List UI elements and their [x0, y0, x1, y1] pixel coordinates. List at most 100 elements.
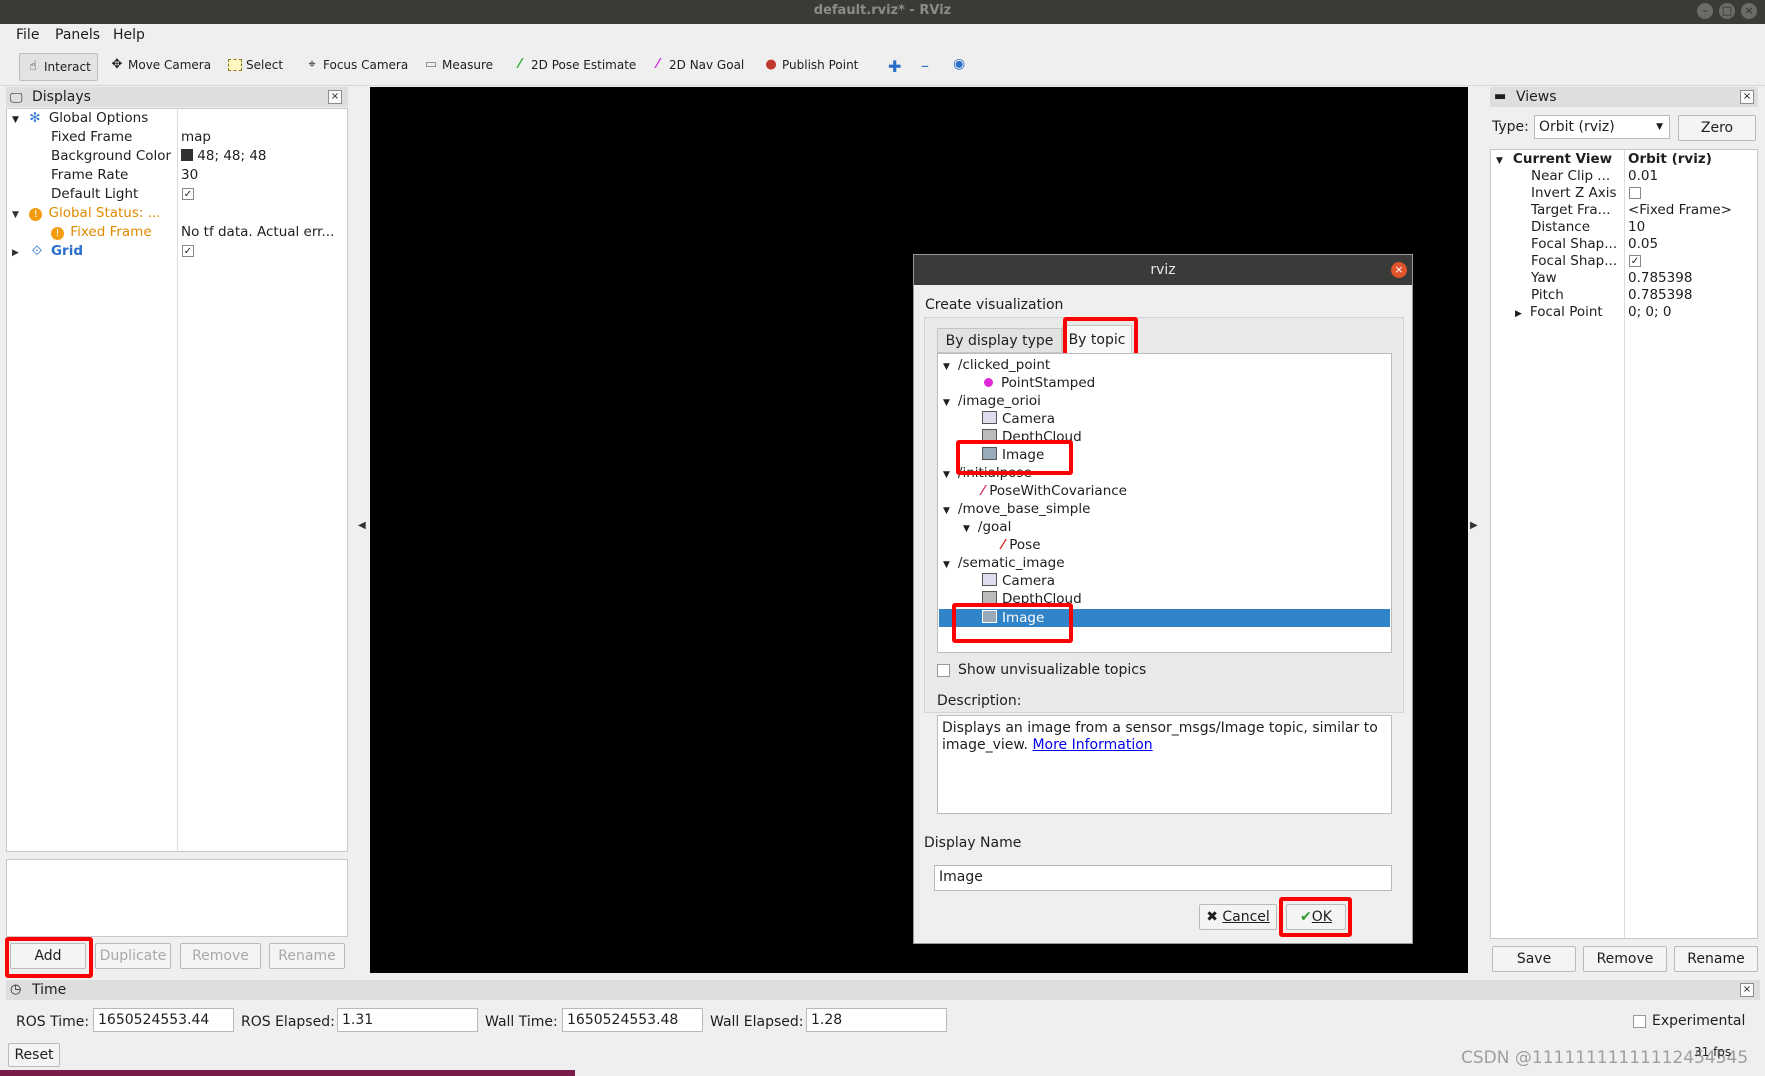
window-titlebar: default.rviz* - RViz	[0, 0, 1765, 24]
rename-button[interactable]: Rename	[269, 943, 345, 969]
remove-button[interactable]: Remove	[180, 943, 261, 969]
more-information-link[interactable]: More Information	[1032, 737, 1152, 753]
fixed-frame-value[interactable]: map	[181, 128, 211, 147]
tool-2d-nav-goal[interactable]: ⁄ 2D Nav Goal	[651, 58, 744, 73]
row-label: Global Options	[48, 110, 149, 126]
cancel-button[interactable]: ✖ Cancel	[1199, 904, 1277, 930]
topic-row[interactable]: Camera	[982, 572, 1055, 590]
tree-row-fixed-frame-status[interactable]: ! Fixed Frame	[51, 223, 152, 242]
show-unvisualizable-checkbox[interactable]	[937, 664, 950, 677]
add-tool-icon[interactable]: ✚	[888, 57, 901, 76]
pitch-value[interactable]: 0.785398	[1628, 287, 1692, 304]
topic-label: /goal	[977, 519, 1012, 535]
row-label: Background Color	[51, 148, 172, 164]
views-save-button[interactable]: Save	[1492, 946, 1576, 972]
display-name-input[interactable]: Image	[934, 865, 1392, 891]
focus-icon: ⌖	[308, 57, 316, 72]
target-frame-value[interactable]: <Fixed Frame>	[1628, 202, 1732, 219]
reset-button[interactable]: Reset	[8, 1043, 60, 1067]
menu-panels[interactable]: Panels	[55, 27, 100, 43]
highlight-image-sematic	[952, 603, 1073, 643]
tree-row-global-options[interactable]: ▼ ✻ Global Options	[12, 109, 148, 128]
show-unvisualizable-label: Show unvisualizable topics	[958, 662, 1147, 678]
tool-interact-label: Interact	[44, 60, 91, 74]
topic-row[interactable]: Camera	[982, 410, 1055, 428]
collapse-left-icon[interactable]: ◀	[358, 520, 366, 531]
ros-elapsed-label: ROS Elapsed:	[241, 1014, 335, 1030]
tool-focus-camera[interactable]: ⌖ Focus Camera	[305, 57, 409, 73]
views-panel: ▬ Views × Type: Orbit (rviz) ▼ Zero ▼ Cur…	[1490, 87, 1758, 941]
frame-rate-value[interactable]: 30	[181, 166, 198, 185]
tool-interact[interactable]: ☝ Interact	[19, 53, 98, 81]
maximize-icon[interactable]: □	[1719, 3, 1735, 19]
yaw-value[interactable]: 0.785398	[1628, 270, 1692, 287]
duplicate-button[interactable]: Duplicate	[95, 943, 171, 969]
experimental-label: Experimental	[1652, 1013, 1746, 1029]
focal-point-value[interactable]: 0; 0; 0	[1628, 304, 1671, 321]
menu-file[interactable]: File	[16, 27, 39, 43]
topic-row[interactable]: ▼/move_base_simple	[943, 500, 1090, 518]
menubar: File Panels Help	[0, 24, 1765, 48]
tree-row-current-view[interactable]: ▼ Current View	[1496, 151, 1612, 168]
tool-select[interactable]: Select	[228, 58, 283, 72]
close-time-icon[interactable]: ×	[1740, 983, 1754, 997]
tool-measure[interactable]: ▭ Measure	[424, 58, 493, 73]
default-light-checkbox[interactable]: ✓	[182, 188, 194, 200]
topic-row[interactable]: PointStamped	[984, 374, 1095, 392]
tool-2d-pose-estimate[interactable]: ⁄ 2D Pose Estimate	[513, 58, 636, 73]
collapse-right-icon[interactable]: ▶	[1470, 520, 1478, 531]
close-displays-icon[interactable]: ×	[328, 90, 342, 104]
camera-icon: ▬	[1494, 89, 1507, 104]
tree-row-grid[interactable]: ▶ ⟐ Grid	[12, 242, 83, 261]
tool-focus-camera-label: Focus Camera	[323, 58, 409, 72]
tool-move-camera-label: Move Camera	[128, 58, 212, 72]
close-dialog-icon[interactable]: ×	[1391, 262, 1407, 278]
topic-row[interactable]: ▼/image_orioi	[943, 392, 1041, 410]
eye-icon[interactable]: ◉	[953, 56, 965, 72]
topic-row[interactable]: ▼/sematic_image	[943, 554, 1065, 572]
fixed-frame-status-value: No tf data. Actual err...	[181, 224, 335, 240]
hand-icon: ☝	[29, 59, 37, 74]
displays-title: Displays	[32, 89, 91, 105]
wall-elapsed-field[interactable]: 1.28	[806, 1008, 947, 1032]
create-visualization-dialog: rviz × Create visualization By display t…	[913, 254, 1413, 944]
displays-panel: 🖵 Displays × ▼ ✻ Global Options Fixed Fr…	[6, 87, 348, 855]
minimize-icon[interactable]: –	[1697, 3, 1713, 19]
views-remove-button[interactable]: Remove	[1583, 946, 1667, 972]
highlight-image-orioi	[956, 440, 1073, 475]
distance-value[interactable]: 10	[1628, 219, 1645, 236]
tab-by-display-type[interactable]: By display type	[937, 328, 1062, 353]
grid-checkbox[interactable]: ✓	[182, 245, 194, 257]
ros-time-field[interactable]: 1650524553.44	[93, 1008, 234, 1032]
tool-publish-point[interactable]: ● Publish Point	[764, 58, 858, 73]
tool-move-camera[interactable]: ✥ Move Camera	[110, 58, 212, 73]
ros-elapsed-field[interactable]: 1.31	[337, 1008, 478, 1032]
topic-row[interactable]: ▼/clicked_point	[943, 356, 1050, 374]
zero-button[interactable]: Zero	[1678, 115, 1756, 141]
focal-shape-size-value[interactable]: 0.05	[1628, 236, 1658, 253]
tree-row-global-status[interactable]: ▼ ! Global Status: ...	[12, 204, 161, 223]
views-rename-button[interactable]: Rename	[1674, 946, 1758, 972]
topic-row[interactable]: ⁄ PoseWithCovariance	[982, 482, 1127, 500]
topic-row[interactable]: ▼/goal	[963, 518, 1011, 536]
select-icon	[228, 59, 242, 71]
gear-icon: ✻	[29, 110, 41, 126]
cancel-label: Cancel	[1222, 909, 1270, 925]
background-color-value[interactable]: 48; 48; 48	[181, 147, 267, 166]
invert-z-checkbox[interactable]	[1629, 187, 1641, 199]
type-label: Type:	[1492, 119, 1529, 135]
close-window-icon[interactable]: ×	[1741, 3, 1757, 19]
near-clip-value[interactable]: 0.01	[1628, 168, 1658, 185]
taskbar-strip	[0, 1070, 575, 1076]
menu-help[interactable]: Help	[113, 27, 145, 43]
topic-row[interactable]: ⁄ Pose	[1002, 536, 1041, 554]
focal-shape-fixed-checkbox[interactable]: ✓	[1629, 255, 1641, 267]
views-tree: ▼ Current View Orbit (rviz) Near Clip ...…	[1490, 149, 1758, 939]
experimental-checkbox[interactable]	[1633, 1015, 1646, 1028]
view-type-select[interactable]: Orbit (rviz) ▼	[1534, 115, 1670, 139]
pose-icon: ⁄	[1002, 537, 1005, 553]
remove-tool-icon[interactable]: –	[921, 56, 929, 75]
tree-row-focal-point[interactable]: ▶ Focal Point	[1515, 304, 1603, 321]
wall-time-field[interactable]: 1650524553.48	[562, 1008, 703, 1032]
close-views-icon[interactable]: ×	[1740, 90, 1754, 104]
